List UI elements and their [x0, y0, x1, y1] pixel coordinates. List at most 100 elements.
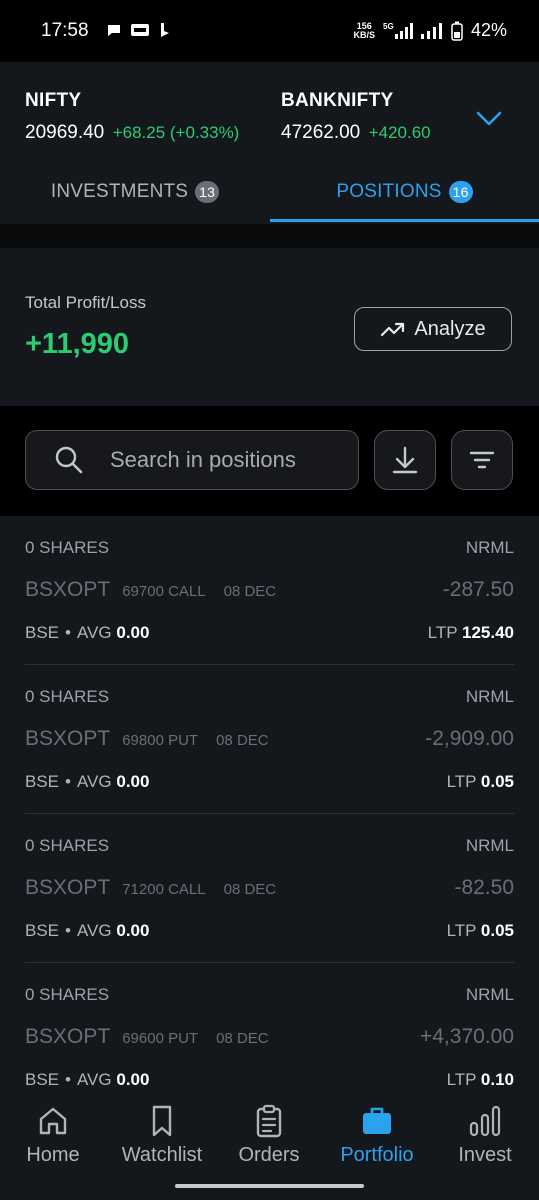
- download-button[interactable]: [374, 430, 436, 490]
- position-expiry: 08 DEC: [216, 732, 269, 749]
- avg-label: AVG: [76, 623, 112, 642]
- divider: [0, 224, 539, 248]
- nav-label: Portfolio: [340, 1144, 414, 1166]
- b-app-icon: [161, 23, 169, 37]
- position-row[interactable]: 0 SHARES NRML BSXOPT 69600 PUT 08 DEC +4,370…: [25, 963, 514, 1098]
- chat-icon: [108, 25, 120, 36]
- notification-icons: [106, 22, 172, 38]
- position-product: NRML: [465, 687, 514, 706]
- position-strike: 69800 PUT: [122, 732, 199, 749]
- index-banknifty[interactable]: BANKNIFTY 47262.00 +420.60: [281, 90, 431, 144]
- tab-investments[interactable]: INVESTMENTS 13: [0, 162, 270, 222]
- filter-button[interactable]: [451, 430, 513, 490]
- nav-home[interactable]: Home: [18, 1104, 88, 1168]
- position-qty: 0 SHARES: [25, 836, 110, 855]
- home-icon: [39, 1107, 67, 1135]
- position-symbol: BSXOPT: [25, 578, 111, 601]
- position-qty: 0 SHARES: [25, 538, 110, 557]
- position-symbol: BSXOPT: [25, 876, 111, 899]
- search-icon: [55, 446, 83, 474]
- position-ltp: 0.05: [480, 921, 514, 940]
- clipboard-icon: [256, 1104, 282, 1138]
- position-strike: 69600 PUT: [122, 1030, 199, 1047]
- tab-count-badge: 13: [195, 181, 220, 203]
- position-pnl: -82.50: [454, 876, 514, 899]
- position-strike: 69700 CALL: [122, 583, 206, 600]
- nav-label: Watchlist: [121, 1144, 203, 1166]
- download-icon: [392, 446, 418, 474]
- position-product: NRML: [465, 538, 514, 557]
- position-symbol: BSXOPT: [25, 1025, 111, 1048]
- battery-percent: 42%: [470, 20, 507, 40]
- position-row[interactable]: 0 SHARES NRML BSXOPT 69700 CALL 08 DEC -287.…: [25, 516, 514, 665]
- position-avg: 0.00: [116, 1070, 150, 1089]
- position-avg: 0.00: [116, 921, 150, 940]
- signal-icon: [420, 22, 442, 39]
- position-pnl: -2,909.00: [425, 727, 514, 750]
- positions-list: 0 SHARES NRML BSXOPT 69700 CALL 08 DEC -287.…: [0, 516, 539, 1098]
- ltp-label: LTP: [446, 1070, 477, 1089]
- signal-5g-icon: 5G: [383, 22, 413, 39]
- status-bar: 17:58 156 KB/S 5G 42%: [0, 0, 539, 62]
- position-exchange: BSE: [25, 772, 60, 791]
- nav-invest[interactable]: Invest: [448, 1104, 522, 1168]
- nav-label: Invest: [458, 1144, 512, 1166]
- speed-unit: KB/S: [353, 29, 375, 40]
- position-avg: 0.00: [116, 623, 150, 642]
- index-change: +420.60: [368, 123, 431, 142]
- status-right: 156 KB/S 5G 42%: [353, 20, 507, 41]
- ltp-label: LTP: [446, 772, 477, 791]
- pnl-summary: Total Profit/Loss +11,990 Analyze: [0, 248, 539, 406]
- briefcase-icon: [363, 1107, 391, 1134]
- nav-label: Orders: [238, 1144, 300, 1166]
- trending-up-icon: [381, 322, 405, 337]
- search-input[interactable]: Search in positions: [25, 430, 359, 490]
- position-avg: 0.00: [116, 772, 150, 791]
- index-name: BANKNIFTY: [281, 90, 394, 111]
- market-header: NIFTY 20969.40 +68.25 (+0.33%) BANKNIFTY…: [0, 62, 539, 224]
- position-exchange: BSE: [25, 1070, 60, 1089]
- index-change: +68.25 (+0.33%): [112, 123, 240, 142]
- avg-label: AVG: [76, 1070, 112, 1089]
- analyze-button[interactable]: Analyze: [354, 307, 512, 351]
- nav-label: Home: [26, 1144, 80, 1166]
- chevron-down-icon[interactable]: [475, 108, 503, 128]
- position-pnl: -287.50: [442, 578, 514, 601]
- index-nifty[interactable]: NIFTY 20969.40 +68.25 (+0.33%): [25, 90, 239, 144]
- svg-text:5G: 5G: [383, 22, 394, 31]
- position-symbol: BSXOPT: [25, 727, 111, 750]
- active-tab-indicator: [270, 219, 539, 222]
- tab-count-badge: 16: [448, 181, 473, 203]
- pnl-value: +11,990: [25, 328, 130, 360]
- position-ltp: 0.10: [480, 1070, 514, 1089]
- tab-label: INVESTMENTS: [50, 181, 189, 202]
- analyze-label: Analyze: [414, 317, 486, 340]
- position-row[interactable]: 0 SHARES NRML BSXOPT 69800 PUT 08 DEC -2,909…: [25, 665, 514, 814]
- bar-chart-icon: [469, 1105, 501, 1137]
- pnl-label: Total Profit/Loss: [25, 293, 146, 312]
- position-strike: 71200 CALL: [122, 881, 206, 898]
- bottom-nav: Home Watchlist Orders Portfolio Invest: [0, 1098, 539, 1200]
- filter-icon: [469, 451, 495, 469]
- index-name: NIFTY: [25, 90, 82, 111]
- search-placeholder: Search in positions: [110, 447, 296, 472]
- battery-icon: [451, 21, 463, 41]
- position-expiry: 08 DEC: [223, 583, 277, 600]
- tab-positions[interactable]: POSITIONS 16: [270, 162, 539, 222]
- ltp-label: LTP: [427, 623, 458, 642]
- bookmark-icon: [152, 1105, 172, 1137]
- position-qty: 0 SHARES: [25, 985, 110, 1004]
- position-exchange: BSE: [25, 623, 60, 642]
- nav-watchlist[interactable]: Watchlist: [112, 1104, 212, 1168]
- position-ltp: 125.40: [462, 623, 514, 642]
- position-expiry: 08 DEC: [216, 1030, 269, 1047]
- position-expiry: 08 DEC: [223, 881, 277, 898]
- nav-orders[interactable]: Orders: [232, 1104, 306, 1168]
- position-pnl: +4,370.00: [419, 1025, 514, 1048]
- nav-portfolio[interactable]: Portfolio: [330, 1104, 424, 1168]
- home-indicator[interactable]: [175, 1184, 364, 1188]
- position-product: NRML: [465, 985, 514, 1004]
- paytm-icon: [131, 24, 149, 36]
- index-price: 47262.00: [281, 122, 361, 143]
- position-row[interactable]: 0 SHARES NRML BSXOPT 71200 CALL 08 DEC -82.5…: [25, 814, 514, 963]
